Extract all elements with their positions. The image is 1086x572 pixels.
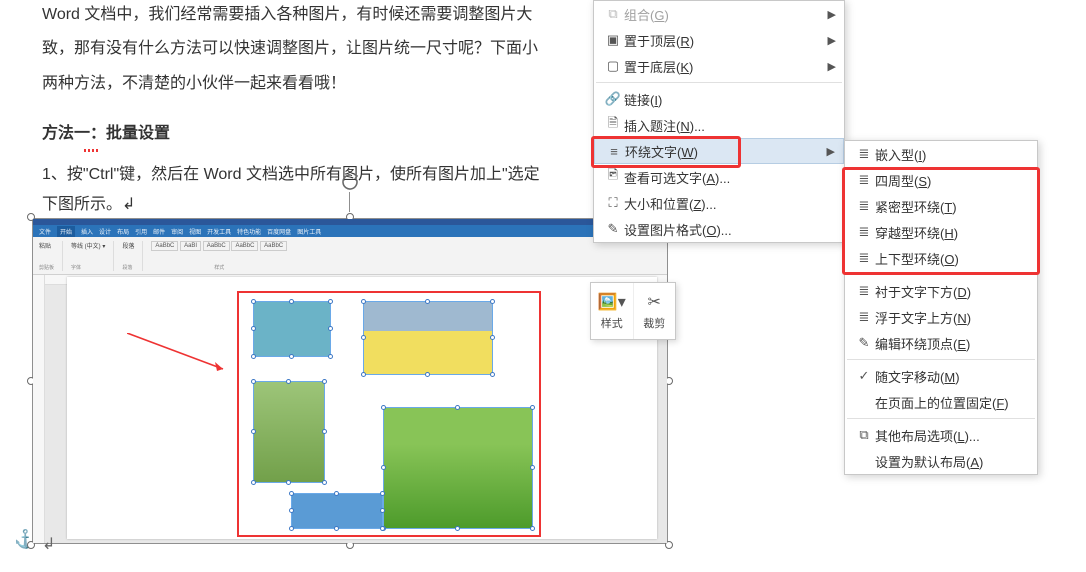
fmt-icon: ✎	[602, 221, 624, 237]
menu-separator	[847, 359, 1035, 360]
para-line: 致，那有没有什么方法可以快速调整图片，让图片统一尺寸呢？下面小	[42, 34, 602, 64]
crop-label: 裁剪	[643, 315, 665, 331]
submenu-edit-points[interactable]: ✎ 编辑环绕顶点(E)	[845, 330, 1037, 356]
mini-word-screenshot: 文件开始插入设计布局引用邮件审阅视图开发工具特色功能百度网盘图片工具 粘贴剪贴板…	[33, 219, 667, 543]
tight-icon: ≣	[853, 198, 875, 214]
menu-size-pos[interactable]: ⛶ 大小和位置(Z)...	[594, 190, 844, 216]
submenu-arrow-icon: ▶	[828, 8, 836, 21]
menu-separator	[596, 82, 842, 83]
menu-send-back[interactable]: ▢ 置于底层(K) ▶	[594, 53, 844, 79]
through-icon: ≣	[853, 224, 875, 240]
style-label: 样式	[601, 315, 623, 331]
behind-icon: ≣	[853, 283, 875, 299]
style-button[interactable]: 🖼️▾ 样式	[591, 283, 634, 339]
menu-caption[interactable]: 🗎 插入题注(N)...	[594, 112, 844, 138]
more-icon: ⧉	[853, 427, 875, 443]
check-icon: ✓	[853, 368, 875, 384]
menu-wrap-text[interactable]: ≡ 环绕文字(W) ▶	[594, 138, 844, 164]
red-arrow-annotation	[127, 333, 229, 373]
crop-icon: ✂	[648, 292, 661, 312]
front-icon: ▣	[602, 32, 624, 48]
size-icon: ⛶	[602, 195, 624, 211]
body-line: 下图所示。↲	[42, 190, 602, 220]
front2-icon: ≣	[853, 309, 875, 325]
sample-picture	[253, 381, 325, 483]
menu-pic-format[interactable]: ✎ 设置图片格式(O)...	[594, 216, 844, 242]
menu-group[interactable]: ⧉ 组合(G) ▶	[594, 1, 844, 27]
submenu-topbottom[interactable]: ≣ 上下型环绕(O)	[845, 245, 1037, 271]
sample-picture	[291, 493, 383, 529]
sample-picture	[253, 301, 331, 357]
document-body: Word 文档中，我们经常需要插入各种图片，有时候还需要调整图片大 致，那有没有…	[42, 0, 602, 220]
link-icon: 🔗	[602, 91, 624, 107]
submenu-move-with-text[interactable]: ✓ 随文字移动(M)	[845, 363, 1037, 389]
submenu-fix-position[interactable]: 在页面上的位置固定(F)	[845, 389, 1037, 415]
wrap-icon: ≡	[603, 144, 625, 159]
submenu-arrow-icon: ▶	[828, 34, 836, 47]
menu-separator	[847, 418, 1035, 419]
menu-link[interactable]: 🔗 链接(I)	[594, 86, 844, 112]
submenu-arrow-icon: ▶	[827, 145, 835, 158]
para-line: 两种方法，不清楚的小伙伴一起来看看哦！	[42, 69, 602, 99]
rotate-connector	[349, 192, 350, 212]
context-menu: ⧉ 组合(G) ▶ ▣ 置于顶层(R) ▶ ▢ 置于底层(K) ▶ 🔗 链接(I…	[593, 0, 845, 243]
topbot-icon: ≣	[853, 250, 875, 266]
crop-button[interactable]: ✂ 裁剪	[634, 283, 676, 339]
alt-icon: 🖻	[602, 166, 624, 188]
menu-separator	[847, 274, 1035, 275]
inline-icon: ≣	[853, 146, 875, 162]
submenu-more-layout[interactable]: ⧉ 其他布局选项(L)...	[845, 422, 1037, 448]
submenu-front[interactable]: ≣ 浮于文字上方(N)	[845, 304, 1037, 330]
body-line: 1、按"Ctrl"键，然后在 Word 文档选中所有图片，使所有图片加上"选定	[42, 160, 602, 190]
sample-picture	[363, 301, 493, 375]
menu-bring-front[interactable]: ▣ 置于顶层(R) ▶	[594, 27, 844, 53]
sample-picture	[383, 407, 533, 529]
submenu-inline[interactable]: ≣ 嵌入型(I)	[845, 141, 1037, 167]
submenu-through[interactable]: ≣ 穿越型环绕(H)	[845, 219, 1037, 245]
selected-image-frame[interactable]: 文件开始插入设计布局引用邮件审阅视图开发工具特色功能百度网盘图片工具 粘贴剪贴板…	[32, 218, 668, 544]
menu-alt-text[interactable]: 🖻 查看可选文字(A)...	[594, 164, 844, 190]
square-icon: ≣	[853, 172, 875, 188]
submenu-default-layout[interactable]: 设置为默认布局(A)	[845, 448, 1037, 474]
back-icon: ▢	[602, 58, 624, 74]
submenu-behind[interactable]: ≣ 衬于文字下方(D)	[845, 278, 1037, 304]
caption-icon: 🗎	[602, 114, 624, 136]
paragraph-mark: ↲	[42, 534, 55, 554]
edit-icon: ✎	[853, 335, 875, 351]
rotate-handle[interactable]	[340, 172, 360, 192]
submenu-tight[interactable]: ≣ 紧密型环绕(T)	[845, 193, 1037, 219]
heading-method1: 方法一：批量设置	[42, 119, 170, 149]
mini-toolbar: 🖼️▾ 样式 ✂ 裁剪	[590, 282, 676, 340]
submenu-square[interactable]: ≣ 四周型(S)	[845, 167, 1037, 193]
picture-style-icon: 🖼️▾	[598, 292, 626, 312]
wrap-text-submenu: ≣ 嵌入型(I) ≣ 四周型(S) ≣ 紧密型环绕(T) ≣ 穿越型环绕(H) …	[844, 140, 1038, 475]
para-line: Word 文档中，我们经常需要插入各种图片，有时候还需要调整图片大	[42, 0, 602, 30]
submenu-arrow-icon: ▶	[828, 60, 836, 73]
group-icon: ⧉	[602, 6, 624, 22]
